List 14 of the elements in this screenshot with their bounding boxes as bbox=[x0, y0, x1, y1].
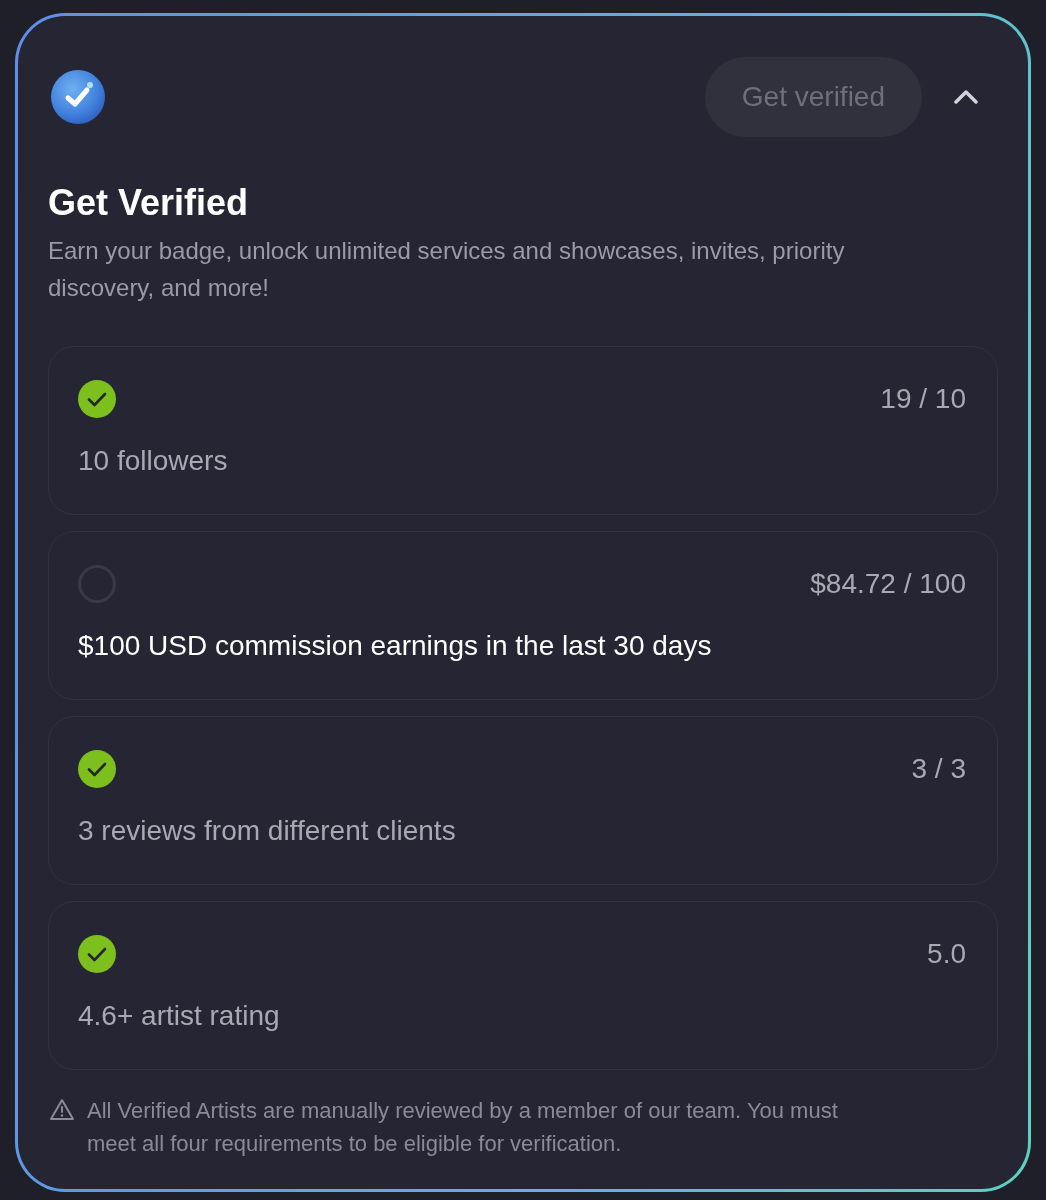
requirement-label: 4.6+ artist rating bbox=[78, 999, 281, 1033]
verified-badge-icon bbox=[50, 69, 106, 125]
footer-note: All Verified Artists are manually reviewed by a member of our team. You must meet all four requirements to be eligible for verification. bbox=[87, 1097, 839, 1158]
card-description: Earn your badge, unlock unlimited services and showcases, invites, priority discovery, and more! bbox=[48, 236, 846, 303]
requirement-label: 3 reviews from different clients bbox=[78, 814, 457, 848]
progress-count: 19 / 10 bbox=[880, 382, 966, 416]
chevron-up-icon[interactable] bbox=[954, 90, 978, 104]
progress-count: 5.0 bbox=[927, 937, 966, 971]
card-title: Get Verified bbox=[48, 181, 250, 225]
warning-icon bbox=[49, 1098, 75, 1121]
requirement-label: 10 followers bbox=[78, 444, 229, 478]
progress-count: $84.72 / 100 bbox=[810, 567, 966, 601]
requirement-label: $100 USD commission earnings in the last 30 days bbox=[78, 629, 713, 663]
progress-count: 3 / 3 bbox=[911, 752, 966, 786]
